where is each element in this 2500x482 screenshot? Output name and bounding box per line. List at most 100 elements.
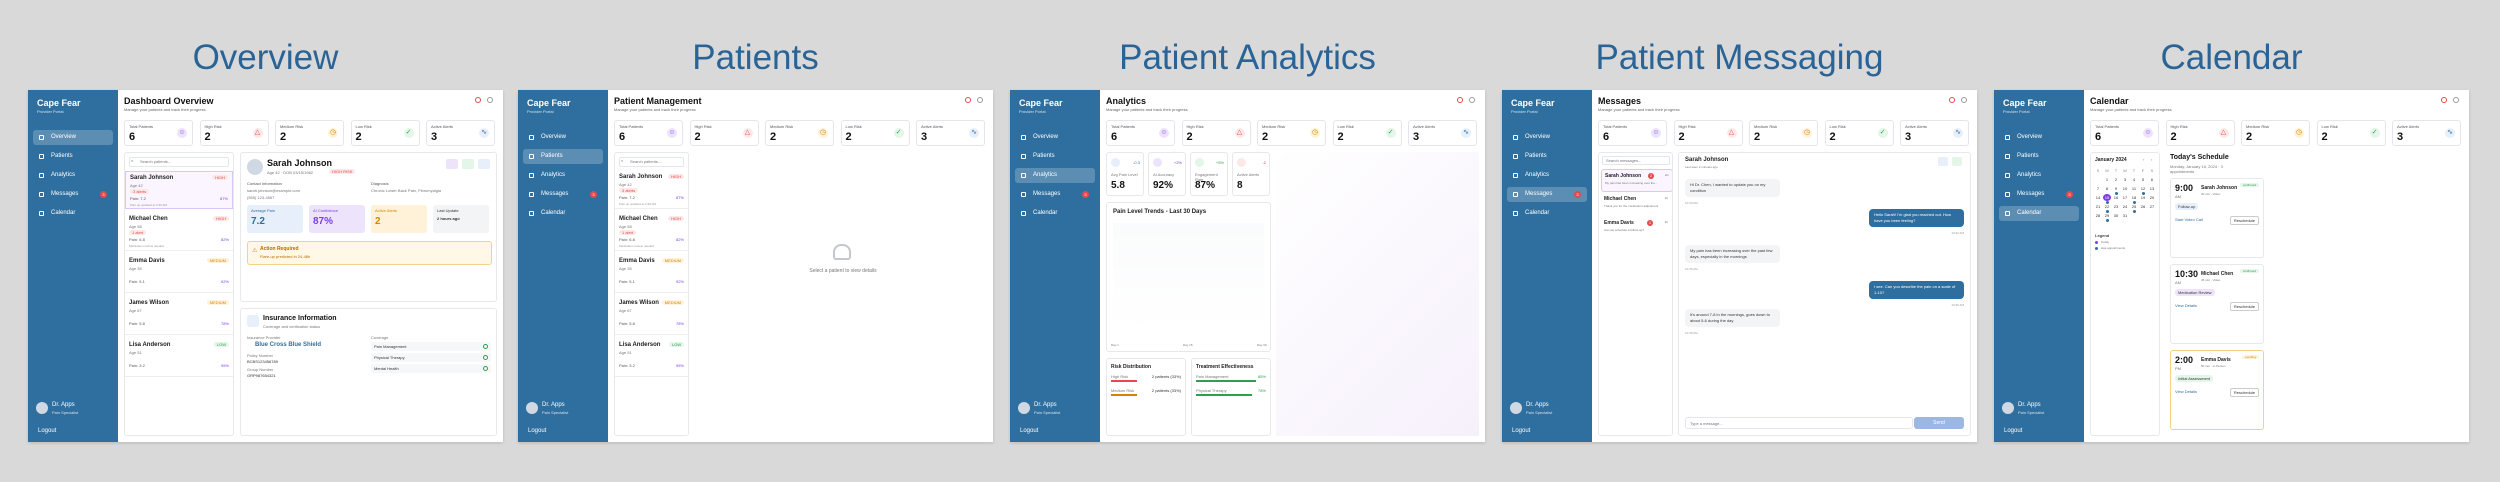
message-icon[interactable] xyxy=(446,159,458,169)
logout-button[interactable]: Logout xyxy=(2004,428,2022,434)
user-profile[interactable]: Dr. Apps Pain Specialist xyxy=(2002,402,2082,418)
calendar-day[interactable]: 19 xyxy=(2139,194,2147,201)
sidebar-item-patients[interactable]: Patients xyxy=(1015,149,1095,164)
calendar-day[interactable]: 13 xyxy=(2148,185,2156,192)
patient-list-item[interactable]: Michael Chen Age 58 1 alert Pain: 6.8 82% HIG… xyxy=(125,213,233,251)
phone-icon[interactable] xyxy=(462,159,474,169)
sidebar-item-analytics[interactable]: Analytics xyxy=(1507,168,1587,183)
logout-button[interactable]: Logout xyxy=(1512,428,1530,434)
sidebar-item-patients[interactable]: Patients xyxy=(523,149,603,164)
calendar-day[interactable]: 5 xyxy=(2139,176,2147,183)
calendar-day[interactable]: 24 xyxy=(2121,203,2129,210)
gear-icon[interactable] xyxy=(2453,97,2459,103)
reschedule-button[interactable]: Reschedule xyxy=(2229,302,2259,311)
calendar-day[interactable]: 2 xyxy=(2112,176,2120,183)
external-link-icon[interactable] xyxy=(965,97,971,103)
sidebar-item-analytics[interactable]: Analytics xyxy=(1015,168,1095,183)
patient-list-item[interactable]: James Wilson Age 67 Pain: 5.8 78% MEDIUM xyxy=(615,297,688,335)
sidebar-item-calendar[interactable]: Calendar xyxy=(1507,206,1587,221)
thread-item[interactable]: Sarah Johnson 2 My pain has been increasin… xyxy=(1601,169,1672,192)
calendar-day[interactable]: 28 xyxy=(2094,212,2102,219)
sidebar-item-analytics[interactable]: Analytics xyxy=(33,168,113,183)
sidebar-item-calendar[interactable]: Calendar xyxy=(1999,206,2079,221)
external-link-icon[interactable] xyxy=(2441,97,2447,103)
external-link-icon[interactable] xyxy=(1457,97,1463,103)
user-profile[interactable]: Dr. Apps Pain Specialist xyxy=(36,402,116,418)
appointment-action[interactable]: View Details xyxy=(2175,389,2197,394)
video-icon[interactable] xyxy=(1938,157,1948,166)
phone-icon[interactable] xyxy=(1952,157,1962,166)
calendar-day[interactable]: 9 xyxy=(2112,185,2120,192)
message-input[interactable]: Type a message... xyxy=(1685,417,1913,429)
send-button[interactable]: Send xyxy=(1914,417,1964,429)
calendar-day[interactable]: 14 xyxy=(2094,194,2102,201)
thread-item[interactable]: Emma Davis 1 Can we schedule a follow-up? 3… xyxy=(1601,217,1671,238)
sidebar-item-analytics[interactable]: Analytics xyxy=(523,168,603,183)
calendar-day[interactable]: 7 xyxy=(2094,185,2102,192)
next-month-button[interactable]: › xyxy=(2151,157,2152,162)
calendar-day[interactable]: 11 xyxy=(2130,185,2138,192)
search-input[interactable]: Search patients... xyxy=(619,157,684,167)
sidebar-item-calendar[interactable]: Calendar xyxy=(1015,206,1095,221)
logout-button[interactable]: Logout xyxy=(38,428,56,434)
reschedule-button[interactable]: Reschedule xyxy=(2229,388,2259,397)
gear-icon[interactable] xyxy=(1961,97,1967,103)
user-profile[interactable]: Dr. Apps Pain Specialist xyxy=(1018,402,1098,418)
gear-icon[interactable] xyxy=(1469,97,1475,103)
calendar-day[interactable]: 12 xyxy=(2139,185,2147,192)
sidebar-item-analytics[interactable]: Analytics xyxy=(1999,168,2079,183)
calendar-day[interactable]: 22 xyxy=(2103,203,2111,210)
sidebar-item-calendar[interactable]: Calendar xyxy=(523,206,603,221)
user-profile[interactable]: Dr. Apps Pain Specialist xyxy=(1510,402,1590,418)
prev-month-button[interactable]: ‹ xyxy=(2143,157,2144,162)
calendar-day[interactable]: 31 xyxy=(2121,212,2129,219)
sidebar-item-calendar[interactable]: Calendar xyxy=(33,206,113,221)
sidebar-item-overview[interactable]: Overview xyxy=(33,130,113,145)
calendar-day[interactable]: 29 xyxy=(2103,212,2111,219)
sidebar-item-patients[interactable]: Patients xyxy=(1999,149,2079,164)
search-input[interactable]: Search messages... xyxy=(1602,156,1670,165)
external-link-icon[interactable] xyxy=(475,97,481,103)
patient-list-item[interactable]: James Wilson Age 67 Pain: 5.8 78% MEDIUM xyxy=(125,297,233,335)
sidebar-item-overview[interactable]: Overview xyxy=(1507,130,1587,145)
calendar-day[interactable]: 18 xyxy=(2130,194,2138,201)
sidebar-item-patients[interactable]: Patients xyxy=(1507,149,1587,164)
calendar-day[interactable]: 10 xyxy=(2121,185,2129,192)
sidebar-item-messages[interactable]: Messages 3 xyxy=(523,187,603,202)
calendar-day[interactable]: 25 xyxy=(2130,203,2138,210)
calendar-day[interactable]: 17 xyxy=(2121,194,2129,201)
sidebar-item-messages[interactable]: Messages 3 xyxy=(33,187,113,202)
calendar-day[interactable]: 8 xyxy=(2103,185,2111,192)
calendar-day[interactable]: 21 xyxy=(2094,203,2102,210)
calendar-day[interactable]: 1 xyxy=(2103,176,2111,183)
sidebar-item-messages[interactable]: Messages 3 xyxy=(1999,187,2079,202)
calendar-day[interactable]: 6 xyxy=(2148,176,2156,183)
calendar-day[interactable]: 20 xyxy=(2148,194,2156,201)
patient-list-item[interactable]: Sarah Johnson Age 42 3 alerts Pain: 7.2 87% H… xyxy=(125,171,233,209)
sidebar-item-patients[interactable]: Patients xyxy=(33,149,113,164)
search-input[interactable]: Search patients... xyxy=(129,157,229,167)
calendar-day[interactable]: 15 xyxy=(2103,194,2111,201)
external-link-icon[interactable] xyxy=(1949,97,1955,103)
gear-icon[interactable] xyxy=(977,97,983,103)
patient-list-item[interactable]: Lisa Anderson Age 51 Pain: 3.2 95% LOW xyxy=(615,339,688,377)
calendar-day[interactable]: 4 xyxy=(2130,176,2138,183)
sidebar-item-messages[interactable]: Messages 3 xyxy=(1507,187,1587,202)
calendar-day[interactable]: 30 xyxy=(2112,212,2120,219)
patient-list-item[interactable]: Emma Davis Age 35 Pain: 5.1 92% MEDIUM xyxy=(615,255,688,293)
sidebar-item-messages[interactable]: Messages 3 xyxy=(1015,187,1095,202)
sidebar-item-overview[interactable]: Overview xyxy=(1015,130,1095,145)
reschedule-button[interactable]: Reschedule xyxy=(2229,216,2259,225)
calendar-day[interactable]: 3 xyxy=(2121,176,2129,183)
patient-list-item[interactable]: Emma Davis Age 35 Pain: 5.1 92% MEDIUM xyxy=(125,255,233,293)
logout-button[interactable]: Logout xyxy=(1020,428,1038,434)
patient-list-item[interactable]: Lisa Anderson Age 51 Pain: 3.2 95% LOW xyxy=(125,339,233,377)
user-profile[interactable]: Dr. Apps Pain Specialist xyxy=(526,402,606,418)
patient-list-item[interactable]: Sarah Johnson Age 42 3 alerts Pain: 7.2 87% H… xyxy=(615,171,688,209)
logout-button[interactable]: Logout xyxy=(528,428,546,434)
gear-icon[interactable] xyxy=(487,97,493,103)
calendar-day[interactable]: 26 xyxy=(2139,203,2147,210)
calendar-day[interactable]: 16 xyxy=(2112,194,2120,201)
calendar-day[interactable]: 23 xyxy=(2112,203,2120,210)
patient-list-item[interactable]: Michael Chen Age 58 1 alert Pain: 6.8 82% HIG… xyxy=(615,213,688,251)
